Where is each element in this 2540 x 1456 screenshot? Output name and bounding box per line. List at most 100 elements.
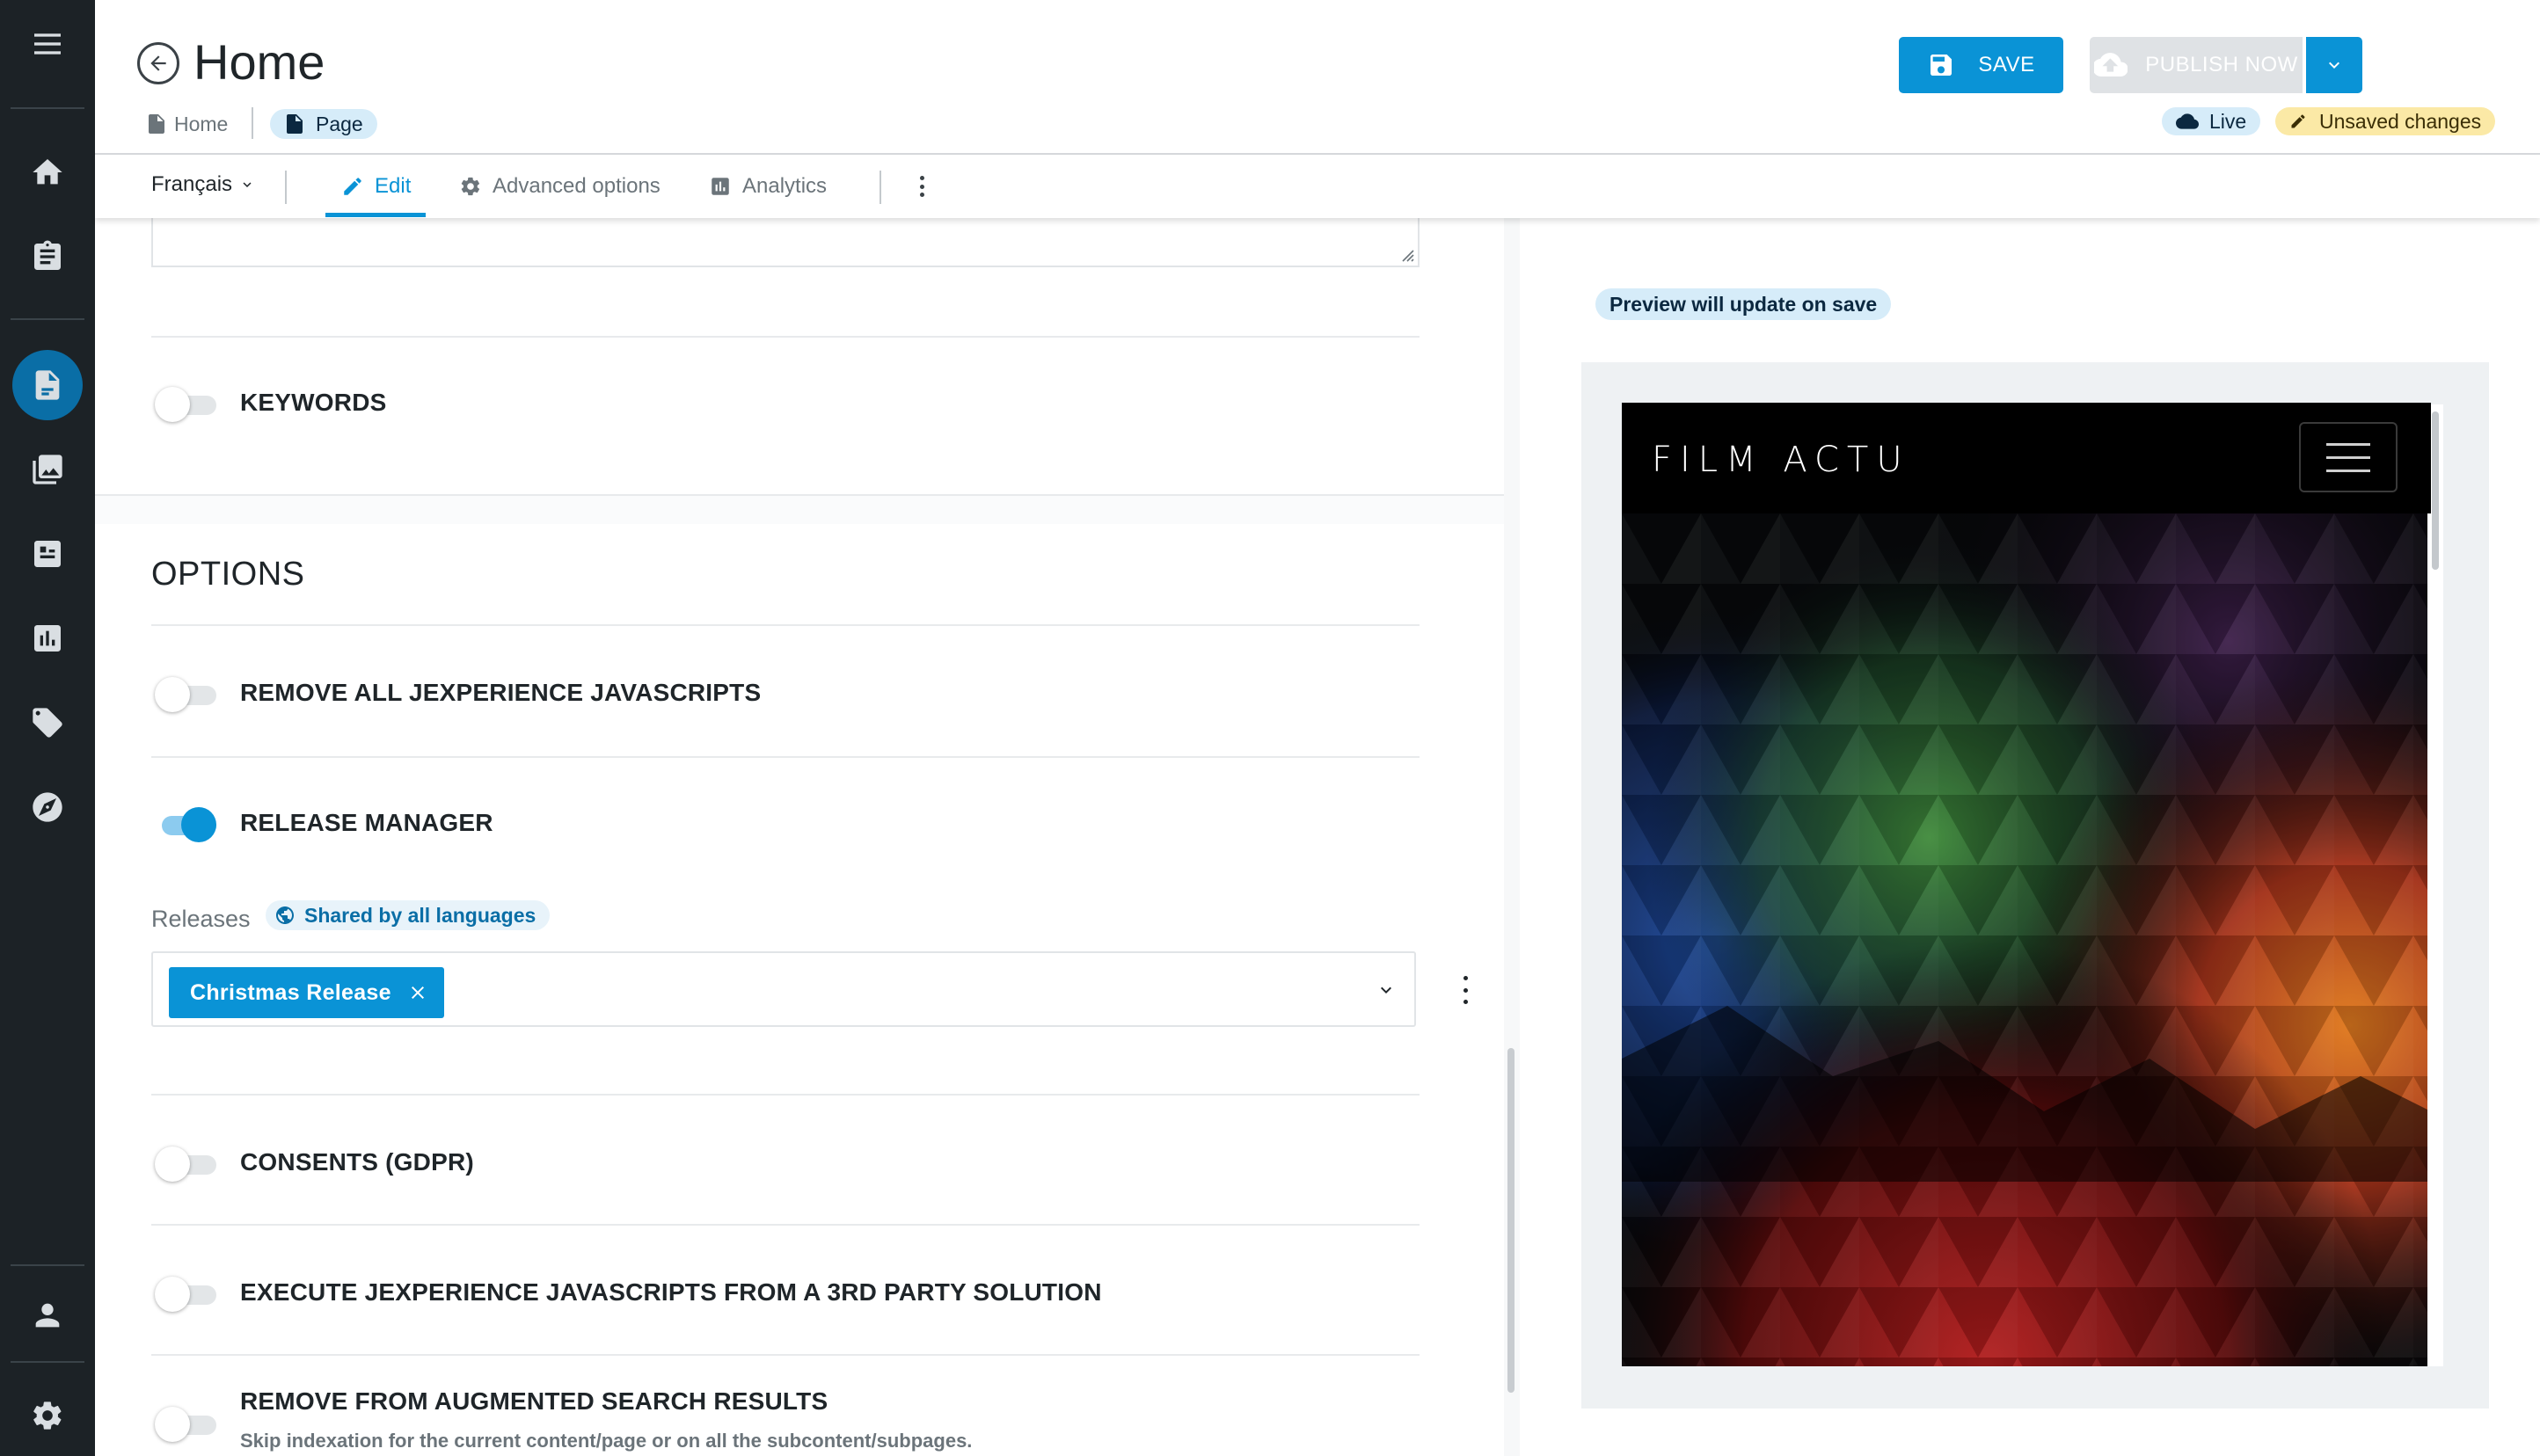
breadcrumb-page[interactable]: Page	[270, 109, 377, 139]
chevron-down-icon	[2329, 62, 2339, 69]
site-title: FILM ACTU	[1652, 440, 1910, 480]
breadcrumb-home[interactable]: Home	[148, 109, 228, 139]
release-tag: Christmas Release	[169, 967, 444, 1018]
more-options-icon[interactable]	[913, 172, 931, 200]
cloud-icon	[2176, 113, 2199, 129]
left-icon-rail	[0, 0, 95, 1456]
chevron-down-icon[interactable]	[1376, 979, 1397, 1001]
releases-label: Releases	[151, 906, 251, 932]
status-live-label: Live	[2209, 109, 2247, 133]
section-gap	[95, 496, 1504, 524]
releases-more-icon[interactable]	[1456, 976, 1474, 1004]
keywords-label: KEYWORDS	[240, 389, 387, 416]
rail-divider	[11, 107, 84, 109]
page-icon	[287, 114, 303, 134]
publish-now-button[interactable]: PUBLISH NOW	[2090, 37, 2303, 93]
shared-languages-label: Shared by all languages	[304, 903, 536, 927]
compass-icon[interactable]	[0, 765, 95, 849]
remove-augmented-search-description: Skip indexation for the current content/…	[240, 1430, 973, 1452]
settings-icon[interactable]	[0, 1373, 95, 1456]
save-button-label: SAVE	[1978, 53, 2035, 76]
toolbar-divider	[880, 171, 881, 204]
preview-scrollbar[interactable]	[2432, 411, 2439, 570]
close-icon[interactable]	[407, 982, 428, 1003]
breadcrumb-home-label: Home	[174, 112, 229, 135]
floppy-disk-icon	[1931, 55, 1952, 76]
arrow-left-icon	[150, 55, 166, 71]
release-tag-label: Christmas Release	[190, 979, 391, 1005]
menu-icon[interactable]	[0, 2, 95, 86]
release-manager-label: RELEASE MANAGER	[240, 809, 493, 836]
breadcrumb-page-label: Page	[316, 112, 363, 135]
rail-divider	[11, 1361, 84, 1363]
back-button[interactable]	[137, 42, 179, 84]
clipboard-icon[interactable]	[0, 215, 95, 299]
field-divider	[151, 336, 1420, 338]
rail-active-indicator	[12, 350, 83, 420]
publish-options-dropdown[interactable]	[2306, 37, 2362, 93]
shared-languages-badge: Shared by all languages	[266, 900, 551, 930]
page-icon	[149, 114, 164, 134]
home-icon[interactable]	[0, 130, 95, 215]
rail-divider	[11, 1264, 84, 1266]
status-badge-unsaved: Unsaved changes	[2275, 107, 2496, 135]
remove-augmented-search-label: REMOVE FROM AUGMENTED SEARCH RESULTS	[240, 1387, 828, 1415]
gear-icon	[461, 177, 480, 196]
publish-now-label: PUBLISH NOW	[2145, 53, 2298, 76]
keywords-toggle[interactable]	[155, 387, 216, 422]
description-textarea[interactable]	[151, 218, 1420, 267]
preview-notice-badge: Preview will update on save	[1595, 288, 1892, 320]
editor-toolbar: Français Edit Advanced options Analytics	[95, 155, 2540, 218]
globe-icon	[276, 906, 294, 924]
site-preview: FILM ACTU	[1622, 403, 2431, 1366]
execute-3rd-party-toggle[interactable]	[155, 1277, 216, 1312]
tag-icon[interactable]	[0, 681, 95, 765]
image-icon[interactable]	[0, 427, 95, 512]
status-badge-live: Live	[2162, 107, 2261, 135]
consents-gdpr-label: CONSENTS (GDPR)	[240, 1148, 474, 1176]
tab-edit[interactable]: Edit	[341, 155, 411, 218]
language-selector[interactable]: Français	[151, 172, 255, 197]
save-button[interactable]: SAVE	[1899, 37, 2063, 93]
chevron-down-icon	[243, 182, 252, 187]
releases-select[interactable]: Christmas Release	[151, 951, 1416, 1027]
form-scrollbar[interactable]	[1507, 1048, 1515, 1393]
pencil-icon	[344, 178, 361, 195]
active-tab-indicator	[325, 213, 426, 217]
remove-jexperience-label: REMOVE ALL JEXPERIENCE JAVASCRIPTS	[240, 679, 762, 706]
execute-3rd-party-label: EXECUTE JEXPERIENCE JAVASCRIPTS FROM A 3…	[240, 1278, 1102, 1306]
hero-image	[1622, 513, 2431, 1366]
hamburger-menu-icon[interactable]	[2299, 422, 2398, 492]
tab-edit-label: Edit	[375, 174, 412, 198]
toolbar-divider	[285, 171, 287, 204]
field-divider	[151, 1354, 1420, 1356]
remove-augmented-search-toggle[interactable]	[155, 1407, 216, 1442]
resize-handle-icon[interactable]	[1398, 246, 1414, 262]
site-navbar: FILM ACTU	[1622, 403, 2431, 513]
page-header: Home Home Page SAVE PUBLISH NOW Live Uns…	[95, 0, 2540, 155]
field-divider	[151, 1224, 1420, 1226]
release-manager-toggle[interactable]	[155, 807, 216, 842]
pencil-icon	[2291, 114, 2305, 128]
analytics-icon[interactable]	[0, 596, 95, 681]
status-unsaved-label: Unsaved changes	[2319, 109, 2482, 133]
tab-analytics[interactable]: Analytics	[709, 155, 827, 218]
user-icon[interactable]	[0, 1273, 95, 1358]
page-title: Home	[193, 34, 325, 90]
field-divider	[151, 756, 1420, 758]
bar-chart-icon	[712, 178, 729, 195]
consents-gdpr-toggle[interactable]	[155, 1147, 216, 1182]
language-label: Français	[151, 172, 233, 196]
cloud-upload-icon	[2094, 53, 2128, 77]
rail-divider	[11, 318, 84, 320]
field-divider	[151, 1094, 1420, 1096]
remove-jexperience-toggle[interactable]	[155, 677, 216, 712]
tab-advanced-options[interactable]: Advanced options	[459, 155, 661, 218]
tab-analytics-label: Analytics	[742, 174, 828, 198]
field-divider	[151, 624, 1420, 626]
options-section-title: OPTIONS	[151, 556, 305, 593]
pages-icon[interactable]	[0, 343, 95, 427]
edit-form: KEYWORDS OPTIONS REMOVE ALL JEXPERIENCE …	[95, 218, 1504, 1456]
content-icon[interactable]	[0, 512, 95, 596]
tab-advanced-options-label: Advanced options	[493, 174, 661, 198]
